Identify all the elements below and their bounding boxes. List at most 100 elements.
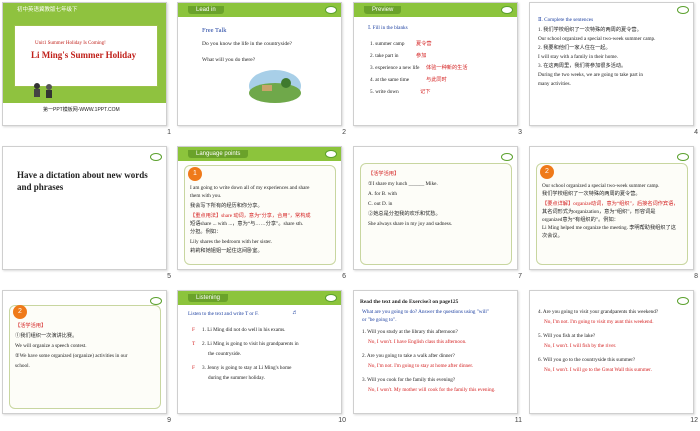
sentence-line: I will stay with a family in their home.	[538, 54, 618, 60]
item-en: 4. at the same time	[370, 77, 410, 83]
instruction: Listen to the text and write T or F.	[188, 311, 259, 317]
slide-number: 12	[690, 417, 698, 424]
number-badge: 2	[13, 305, 27, 319]
slide-thumbnail-7[interactable]: 【活学活用】 ①I share my lunch ______ Mike. A.…	[353, 146, 522, 282]
logo-icon	[677, 297, 689, 305]
section-tab: Preview	[364, 6, 402, 14]
statement: 2. Li Ming is going to visit his grandpa…	[202, 341, 299, 347]
logo-icon	[325, 6, 337, 14]
slide-thumbnail-11[interactable]: Read the text and do Exercise3 on page12…	[353, 290, 522, 426]
sentence-line: Our school organized a special two-week …	[538, 36, 656, 42]
exercise-line: C. out D. in	[368, 201, 393, 207]
sentence-line: many activities.	[538, 81, 571, 87]
slide-number: 4	[694, 129, 698, 136]
item-cn: 与此同时	[426, 77, 447, 83]
logo-icon	[677, 6, 689, 14]
item-en: 1. summer camp	[370, 41, 405, 47]
point-line: Lily shares the bedroom with her sister.	[190, 239, 272, 245]
slide-number: 1	[167, 129, 171, 136]
sentence-line: 3. 在这两周里，我们将参加很多活动。	[538, 63, 627, 69]
number-badge: 1	[188, 167, 202, 181]
item-cn: 夏令营	[416, 41, 432, 47]
exercise-line: school.	[15, 363, 30, 369]
item-cn: 体验一种新的生活	[426, 65, 468, 71]
slide-footer: 第一PPT模板网-WWW.1PPT.COM	[43, 107, 120, 113]
slide-number: 8	[694, 273, 698, 280]
slide-thumbnail-9[interactable]: 2 【活学活用】 ①我们组织一次演讲比赛。 We will organize a…	[2, 290, 171, 426]
slide-7: 【活学活用】 ①I share my lunch ______ Mike. A.…	[353, 146, 518, 270]
question: 2. Are you going to take a walk after di…	[362, 353, 455, 359]
slide-thumbnail-3[interactable]: Preview Ⅰ. Fill in the blanks 1. summer …	[353, 2, 522, 138]
slide-number: 3	[518, 129, 522, 136]
slide-number: 7	[518, 273, 522, 280]
number-badge: 2	[540, 165, 554, 179]
heading: Free Talk	[202, 27, 227, 34]
item-cn: 记下	[420, 89, 431, 95]
section-tab: Lead in	[188, 6, 224, 14]
question: 1. Will you study at the library this af…	[362, 329, 458, 335]
point-line: 我会写下所有的经历和你分享。	[190, 203, 263, 209]
logo-icon	[150, 153, 162, 161]
sentence-line: During the two weeks, we are going to ta…	[538, 72, 644, 78]
sentence-line: 1. 我们学校组织了一次特殊的两周的夏令营。	[538, 27, 642, 33]
slide-thumbnail-6[interactable]: Language points 1 I am going to write do…	[177, 146, 346, 282]
statement: the countryside.	[208, 351, 242, 357]
exercise-line: ②We have some organized (organize) activ…	[15, 353, 128, 359]
item-en: 2. take part in	[370, 53, 399, 59]
slide-2: Lead in Free Talk Do you know the life i…	[177, 2, 342, 126]
logo-icon	[501, 153, 513, 161]
slide-10: Listening Listen to the text and write T…	[177, 290, 342, 414]
intro-line: or "be going to".	[362, 317, 397, 323]
question: 6. Will you go to the countryside this s…	[538, 357, 636, 363]
slide-thumbnail-1[interactable]: 初中英语冀教版七年级下 Unit1 Summer Holiday Is Comi…	[2, 2, 171, 138]
point-line: 短语share ... with ...，意为“与……分享”。share sth…	[190, 221, 304, 227]
slide-9: 2 【活学活用】 ①我们组织一次演讲比赛。 We will organize a…	[2, 290, 167, 414]
point-line: 分担。例如：	[190, 229, 222, 235]
exercise-line: 【活学活用】	[368, 171, 400, 177]
answer: No, I'm not. I'm going to stay at home a…	[368, 363, 474, 369]
question-1: Do you know the life in the countryside?	[202, 41, 292, 47]
slide-number: 6	[342, 273, 346, 280]
slide-5: Have a dictation about new words and phr…	[2, 146, 167, 270]
slide-8: 2 Our school organized a special two-wee…	[529, 146, 694, 270]
exercise-line: She always share in my joy and sadness.	[368, 221, 453, 227]
slide-11: Read the text and do Exercise3 on page12…	[353, 290, 518, 414]
logo-icon	[325, 294, 337, 302]
point-line: 我们学校组织了一次特殊的两周的夏令营。	[542, 191, 641, 197]
speaker-icon[interactable]: ♬	[292, 310, 298, 316]
slide-header: 初中英语冀教版七年级下	[17, 7, 78, 13]
slide-thumbnail-12[interactable]: 4. Are you going to visit your grandpare…	[529, 290, 698, 426]
answer: No, I'm not. I'm going to visit my aunt …	[544, 319, 654, 325]
section-tab: Listening	[188, 294, 229, 302]
item-en: 5. write down	[370, 89, 399, 95]
point-line: I am going to write down all of my exper…	[190, 185, 310, 191]
slide-12: 4. Are you going to visit your grandpare…	[529, 290, 694, 414]
logo-icon	[677, 153, 689, 161]
sentence-line: 2. 我要和他们一家人住在一起。	[538, 45, 611, 51]
slide-thumbnail-4[interactable]: Ⅱ. Complete the sentences 1. 我们学校组织了一次特殊…	[529, 2, 698, 138]
point-line: 【要点详解】organize动词，意为“组织”，后接名词作宾语，	[542, 201, 679, 207]
slide-thumbnail-5[interactable]: Have a dictation about new words and phr…	[2, 146, 171, 282]
slide-number: 11	[514, 417, 522, 424]
exercise-line: ②她总是分担我的欢乐和忧愁。	[368, 211, 441, 217]
answer: No, I won't. My mother will cook for the…	[368, 387, 496, 393]
statement: 1. Li Ming did not do well in his exams.	[202, 327, 286, 333]
point-line: Li Ming helped me organize the meeting. …	[542, 225, 676, 231]
question: 5. Will you fish at the lake?	[538, 333, 596, 339]
exercise-title: Read the text and do Exercise3 on page12…	[360, 299, 459, 305]
answer: No, I won't. I will go to the Great Wall…	[544, 367, 652, 373]
children-illustration	[34, 83, 52, 98]
logo-icon	[150, 297, 162, 305]
slide-thumbnail-10[interactable]: Listening Listen to the text and write T…	[177, 290, 346, 426]
answer-mark: T	[192, 341, 196, 347]
point-line: 其名词形式为organization，意为“组织”，形容词是	[542, 209, 656, 215]
slide-thumbnail-8[interactable]: 2 Our school organized a special two-wee…	[529, 146, 698, 282]
question: 3. Will you cook for the family this eve…	[362, 377, 456, 383]
slide-number: 2	[342, 129, 346, 136]
point-line: 莉莉和她姐姐一起住这间卧室。	[190, 248, 263, 254]
exercise-line: We will organize a speech contest.	[15, 343, 87, 349]
answer: No, I won't. I will fish by the river.	[544, 343, 617, 349]
slide-thumbnail-2[interactable]: Lead in Free Talk Do you know the life i…	[177, 2, 346, 138]
point-line: organized意为“有组织的”。例如：	[542, 217, 619, 223]
point-line: 【重点用法】share 动词，意为“分享，合用”，常构成	[190, 213, 311, 219]
